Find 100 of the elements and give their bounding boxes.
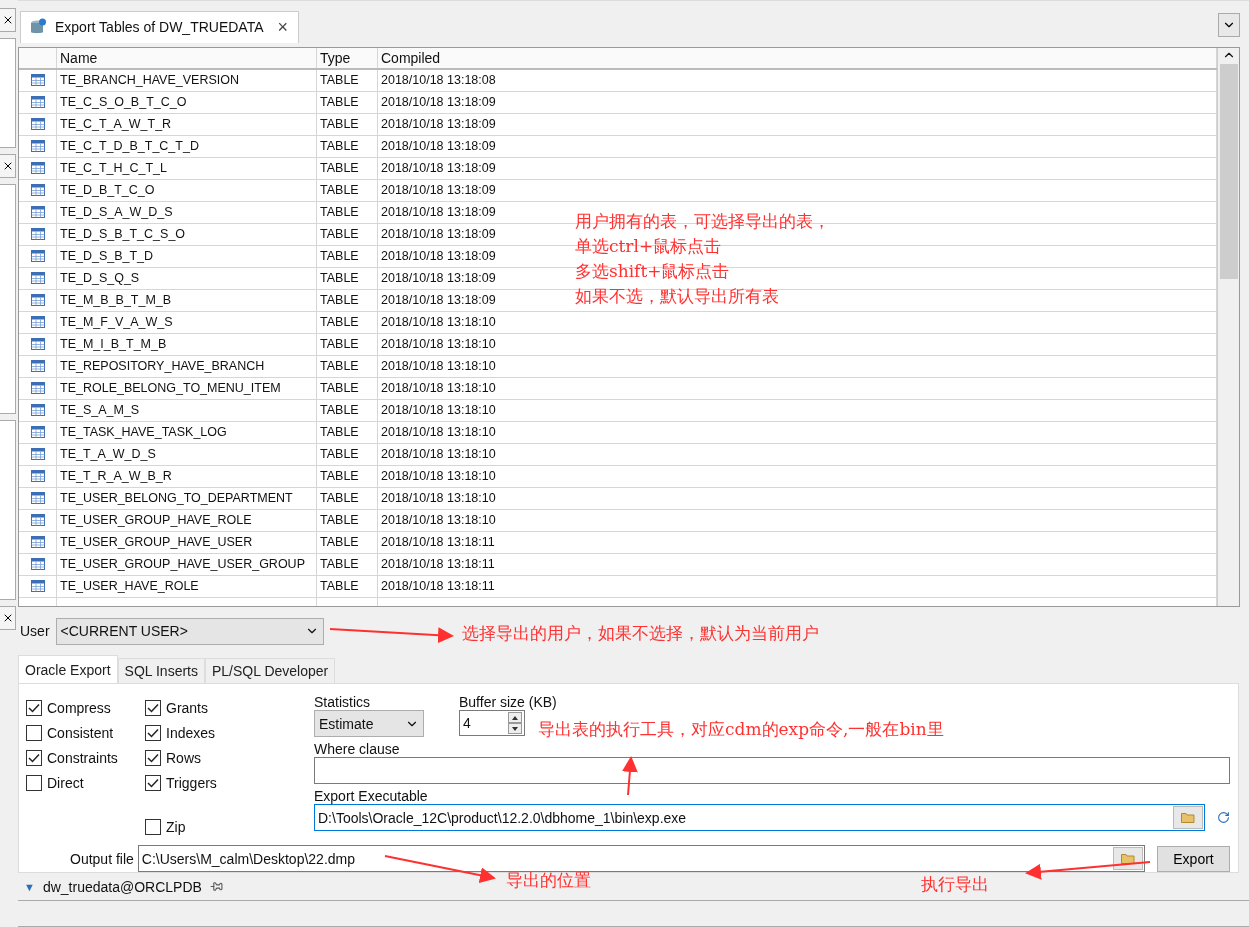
checkbox[interactable] (145, 775, 161, 792)
checkbox-option[interactable]: Triggers (145, 773, 264, 794)
table-cell: TE_D_S_B_T_D (57, 245, 317, 267)
tab-close-button[interactable]: × (271, 16, 289, 38)
checkbox-option[interactable]: Constraints (26, 748, 145, 769)
close-button[interactable] (0, 154, 16, 178)
checkbox[interactable] (145, 819, 161, 836)
table-icon (30, 448, 45, 461)
check-icon (28, 703, 40, 714)
table-cell: TE_REPOSITORY_HAVE_BRANCH (57, 355, 317, 377)
tab[interactable]: SQL Inserts (117, 658, 205, 684)
table-cell: TABLE (317, 157, 378, 179)
table-cell: TE_M_B_B_T_M_B (57, 289, 317, 311)
checkbox-option[interactable]: Indexes (145, 723, 264, 744)
table-cell: TABLE (317, 135, 378, 157)
checkbox[interactable] (26, 775, 42, 792)
table-cell: TABLE (317, 443, 378, 465)
table-cell: TABLE (317, 311, 378, 333)
checkbox-option[interactable]: Zip (145, 817, 264, 838)
browse-button[interactable] (1173, 806, 1203, 830)
checkbox[interactable] (26, 750, 42, 767)
table-icon (30, 360, 45, 373)
buffer-size-label: Buffer size (KB) (459, 694, 557, 711)
scrollbar-thumb[interactable] (1219, 63, 1238, 279)
table-cell: TE_C_T_A_W_T_R (57, 113, 317, 135)
tab[interactable]: Oracle Export (18, 655, 118, 684)
checkbox-option[interactable]: Consistent (26, 723, 145, 744)
checkbox[interactable] (26, 725, 42, 742)
user-dropdown[interactable]: <CURRENT USER> (55, 617, 324, 645)
statistics-label: Statistics (314, 694, 371, 711)
close-button[interactable] (0, 606, 16, 630)
table-cell: TE_T_A_W_D_S (57, 443, 317, 465)
annotation-text: 选择导出的用户，如果不选择，默认为当前用户 (462, 622, 819, 645)
statistics-dropdown[interactable]: Estimate (314, 710, 424, 738)
table-cell: TABLE (317, 509, 378, 531)
down-triangle-icon (512, 726, 518, 731)
table-cell: TABLE (317, 91, 378, 113)
table-icon (30, 206, 45, 219)
table-icon (30, 316, 45, 329)
table-icon (30, 536, 45, 549)
checkbox-option[interactable]: Grants (145, 698, 264, 719)
checkbox-option[interactable]: Compress (26, 698, 145, 719)
table-icon (30, 558, 45, 571)
table-icon (30, 74, 45, 87)
where-clause-label: Where clause (314, 741, 401, 758)
checkbox[interactable] (145, 700, 161, 717)
table-cell: TE_USER_HAVE_ROLE (57, 575, 317, 597)
table-cell: TABLE (317, 289, 378, 311)
table-cell: TABLE (317, 333, 378, 355)
caret-icon[interactable]: ▼ (24, 880, 35, 893)
export-button[interactable]: Export (1157, 845, 1230, 872)
column-header[interactable]: Type (317, 47, 378, 68)
table-cell: TABLE (317, 487, 378, 509)
export-executable-field[interactable]: D:\Tools\Oracle_12C\product\12.2.0\dbhome_1\bin\exp.exe (314, 804, 1205, 832)
table-cell: TE_BRANCH_HAVE_VERSION (57, 69, 317, 91)
table-cell: TE_ROLE_BELONG_TO_MENU_ITEM (57, 377, 317, 399)
buffer-size-field[interactable]: 4 (459, 710, 525, 737)
table-icon (30, 382, 45, 395)
checkbox[interactable] (145, 725, 161, 742)
table-cell: TE_T_R_A_W_B_R (57, 465, 317, 487)
spin-up-button[interactable] (508, 712, 522, 724)
annotation-text: 执行导出 (921, 873, 989, 896)
editor-tab[interactable]: Export Tables of DW_TRUEDATA × (20, 10, 300, 43)
table-icon (30, 514, 45, 527)
folder-icon (1181, 812, 1195, 824)
checkbox-option[interactable]: Rows (145, 748, 264, 769)
table-cell: TE_USER_GROUP_HAVE_USER (57, 531, 317, 553)
table-icon (30, 228, 45, 241)
refresh-icon[interactable] (1217, 811, 1230, 825)
checkbox-option[interactable]: Direct (26, 773, 145, 794)
pin-icon[interactable] (209, 880, 223, 894)
checkbox[interactable] (26, 700, 42, 717)
table-icon (30, 580, 45, 593)
check-icon (147, 728, 159, 739)
table-cell: TABLE (317, 69, 378, 91)
table-cell: TE_USER_GROUP_HAVE_ROLE (57, 509, 317, 531)
table-cell: TABLE (317, 245, 378, 267)
user-label: User (20, 623, 50, 640)
column-header[interactable]: Name (57, 47, 317, 68)
check-icon (147, 703, 159, 714)
spin-down-button[interactable] (508, 723, 522, 735)
checkbox[interactable] (145, 750, 161, 767)
table-icon (30, 426, 45, 439)
table-icon (30, 140, 45, 153)
table-cell: TABLE (317, 355, 378, 377)
table-icon (30, 272, 45, 285)
table-cell: TE_D_S_A_W_D_S (57, 201, 317, 223)
browse-button[interactable] (1113, 847, 1143, 871)
table-cell: TE_USER_GROUP_HAVE_USER_GROUP (57, 553, 317, 575)
table-cell: TABLE (317, 553, 378, 575)
table-icon (30, 470, 45, 483)
connection-label: dw_truedata@ORCLPDB (42, 878, 202, 895)
dropdown-button[interactable] (1218, 12, 1240, 37)
close-button[interactable] (0, 8, 16, 32)
output-file-field[interactable]: C:\Users\M_calm\Desktop\22.dmp (137, 845, 1145, 873)
table-cell: TE_D_S_B_T_C_S_O (57, 223, 317, 245)
table-cell: TABLE (317, 223, 378, 245)
tab[interactable]: PL/SQL Developer (205, 658, 336, 684)
table-cell: TE_M_F_V_A_W_S (57, 311, 317, 333)
folder-icon (1121, 853, 1135, 865)
